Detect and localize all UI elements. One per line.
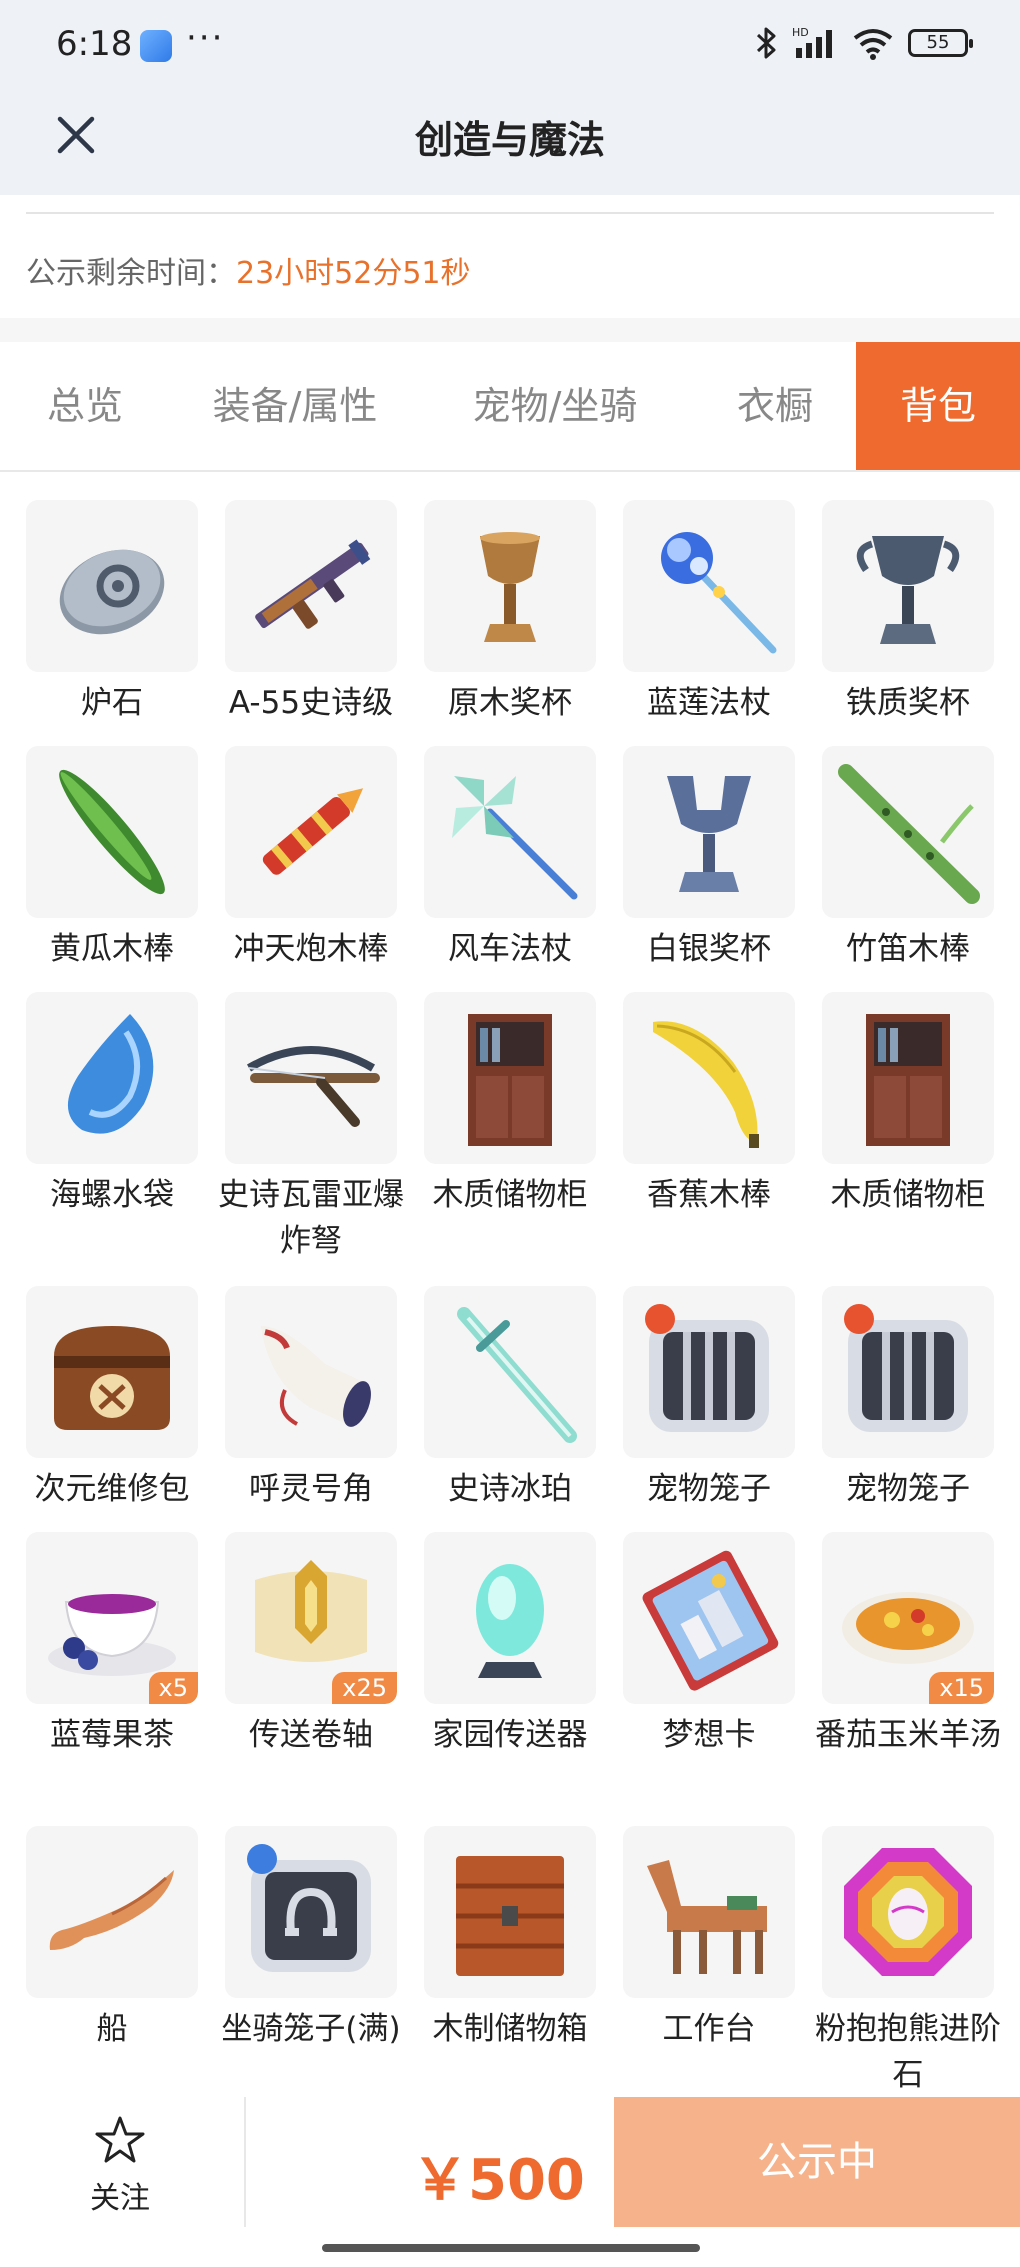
item-name: 炉石 xyxy=(81,685,143,721)
item-name: 木制储物箱 xyxy=(432,2011,588,2047)
item-name: 竹笛木棒 xyxy=(846,931,970,967)
firework-club-icon xyxy=(262,788,364,875)
hd-label: HD xyxy=(792,26,809,39)
page-title: 创造与魔法 xyxy=(414,118,605,162)
status-more-icon: ··· xyxy=(186,18,225,58)
tab-overview[interactable]: 总览 xyxy=(20,342,150,470)
header: 创造与魔法 xyxy=(0,95,1020,195)
pink-gem-icon xyxy=(844,1848,972,1976)
bottom-action-bar: 关注 ￥500 公示中 xyxy=(0,2097,1020,2267)
item-name: 木质储物柜 xyxy=(432,1177,588,1213)
silver-trophy-icon xyxy=(667,776,751,892)
section-gap xyxy=(0,318,1020,342)
item-name: 史诗瓦雷亚爆炸弩 xyxy=(218,1177,404,1259)
notice-label: 公示剩余时间： xyxy=(26,256,236,291)
tab-bar: 总览 装备/属性 宠物/坐骑 衣橱 背包 xyxy=(0,342,1020,472)
public-notice-button[interactable]: 公示中 xyxy=(614,2097,1020,2227)
crossbow-icon xyxy=(246,1046,380,1127)
cucumber-club-icon xyxy=(59,769,165,895)
price: ￥500 xyxy=(412,2148,585,2213)
wooden-trophy-icon xyxy=(480,532,540,642)
battery-indicator: 55 xyxy=(908,29,973,57)
conch-waterbag-icon xyxy=(67,1014,154,1134)
item-name: 蓝莓果茶 xyxy=(50,1717,174,1753)
signal-icon: HD xyxy=(792,26,832,58)
boat-icon xyxy=(49,1870,174,1950)
tab-backpack[interactable]: 背包 xyxy=(856,342,1020,470)
quantity-badge: x5 xyxy=(148,1672,198,1704)
hearthstone-icon xyxy=(59,549,165,635)
tab-equipment[interactable]: 装备/属性 xyxy=(190,342,400,470)
status-right: HD 55 xyxy=(756,26,973,60)
divider xyxy=(244,2097,246,2227)
item-name: 宠物笼子 xyxy=(647,1471,771,1507)
workbench-horse-icon xyxy=(647,1860,767,1974)
follow-label: 关注 xyxy=(90,2181,150,2216)
status-bar: 6:18 ··· HD 55 xyxy=(0,0,1020,95)
tab-pets-mounts[interactable]: 宠物/坐骑 xyxy=(440,342,670,470)
item-name: 梦想卡 xyxy=(662,1717,756,1753)
item-name: 蓝莲法杖 xyxy=(647,685,771,721)
bluetooth-icon xyxy=(756,27,776,59)
item-name: 风车法杖 xyxy=(448,931,572,967)
item-name: 海螺水袋 xyxy=(50,1177,174,1213)
status-time: 6:18 xyxy=(56,24,133,64)
wifi-icon xyxy=(853,29,893,60)
notice-countdown-value: 23小时52分51秒 xyxy=(236,256,471,291)
dream-card-icon xyxy=(642,1550,779,1691)
item-name: 白银奖杯 xyxy=(647,931,771,967)
horn-icon xyxy=(261,1326,371,1427)
rifle-icon xyxy=(255,539,371,629)
item-name: 黄瓜木棒 xyxy=(50,931,174,967)
app-notification-icon xyxy=(140,30,172,62)
blue-lotus-staff-icon xyxy=(661,532,777,654)
item-name: 番茄玉米羊汤 xyxy=(815,1717,1001,1753)
item-name: 传送卷轴 xyxy=(249,1717,373,1753)
item-name: 次元维修包 xyxy=(34,1471,190,1507)
quantity-badge: x15 xyxy=(929,1672,994,1704)
item-name: 家园传送器 xyxy=(432,1717,588,1753)
wooden-chest-icon xyxy=(456,1856,564,1976)
quantity-badge: x25 xyxy=(332,1672,397,1704)
follow-button[interactable]: 关注 xyxy=(60,2115,180,2217)
repair-bag-icon xyxy=(54,1326,170,1430)
item-name: 工作台 xyxy=(662,2011,756,2047)
pinwheel-staff-icon xyxy=(452,776,578,900)
banana-club-icon xyxy=(653,1021,759,1148)
item-name: 粉抱抱熊进阶石 xyxy=(815,2011,1001,2093)
notice-countdown: 公示剩余时间：23小时52分51秒 xyxy=(26,248,471,292)
wooden-cabinet-icon xyxy=(468,1014,552,1146)
item-name: 呼灵号角 xyxy=(249,1471,373,1507)
bamboo-flute-club-icon xyxy=(838,764,980,904)
item-name: 铁质奖杯 xyxy=(846,685,970,721)
item-name: 冲天炮木棒 xyxy=(233,931,389,967)
home-indicator[interactable] xyxy=(322,2244,700,2252)
divider xyxy=(26,212,994,214)
tab-wardrobe[interactable]: 衣橱 xyxy=(710,342,840,470)
mount-badge-icon xyxy=(247,1844,277,1874)
star-icon xyxy=(95,2116,145,2163)
paw-badge-icon xyxy=(844,1304,874,1334)
item-name: 坐骑笼子(满) xyxy=(221,2011,401,2047)
item-name: 史诗冰珀 xyxy=(448,1471,572,1507)
wooden-cabinet-icon xyxy=(866,1014,950,1146)
item-name: 船 xyxy=(96,2011,128,2047)
ice-sword-icon xyxy=(457,1307,577,1443)
item-name: A-55史诗级 xyxy=(228,685,394,721)
item-name: 木质储物柜 xyxy=(830,1177,986,1213)
item-name: 原木奖杯 xyxy=(448,685,572,721)
item-name: 宠物笼子 xyxy=(846,1471,970,1507)
home-teleporter-icon xyxy=(476,1564,544,1678)
paw-badge-icon xyxy=(645,1304,675,1334)
item-name: 香蕉木棒 xyxy=(647,1177,771,1213)
iron-trophy-icon xyxy=(856,536,960,644)
